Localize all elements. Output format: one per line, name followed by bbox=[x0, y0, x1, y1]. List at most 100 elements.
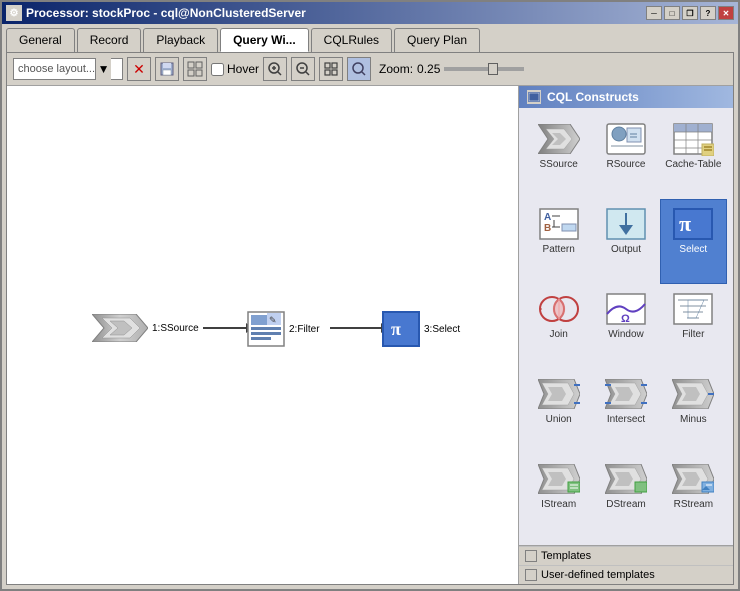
construct-ssource-label: SSource bbox=[539, 159, 577, 170]
node-ssource[interactable]: 1:SSource bbox=[92, 314, 199, 342]
node-select[interactable]: π 3:Select bbox=[382, 311, 460, 347]
arrow-filter-select bbox=[330, 327, 382, 329]
templates-icon bbox=[525, 550, 537, 562]
svg-text:B: B bbox=[544, 223, 551, 234]
construct-pattern[interactable]: A B Pattern bbox=[525, 199, 592, 284]
minus-construct-icon bbox=[672, 376, 714, 412]
construct-select-label: Select bbox=[679, 244, 707, 255]
tab-record[interactable]: Record bbox=[77, 28, 142, 52]
tab-playback[interactable]: Playback bbox=[143, 28, 218, 52]
layout-dropdown[interactable]: choose layout... ▼ bbox=[13, 58, 123, 80]
delete-button[interactable]: ✕ bbox=[127, 57, 151, 81]
canvas[interactable]: 1:SSource ✎ bbox=[7, 86, 518, 584]
tab-bar: General Record Playback Query Wi... CQLR… bbox=[2, 24, 738, 52]
output-construct-icon bbox=[605, 206, 647, 242]
zoom-in-button[interactable] bbox=[263, 57, 287, 81]
construct-rstream[interactable]: RStream bbox=[660, 454, 727, 539]
intersect-construct-icon bbox=[605, 376, 647, 412]
right-panel: CQL Constructs bbox=[518, 86, 733, 584]
filter-construct-icon bbox=[672, 291, 714, 327]
tab-queryplan[interactable]: Query Plan bbox=[394, 28, 480, 52]
istream-construct-icon bbox=[538, 461, 580, 497]
ssource-construct-icon bbox=[538, 121, 580, 157]
grid-button[interactable] bbox=[183, 57, 207, 81]
canvas-area: 1:SSource ✎ bbox=[7, 86, 733, 584]
node-filter-label: 2:Filter bbox=[289, 324, 320, 335]
construct-rstream-label: RStream bbox=[674, 499, 713, 510]
templates-item[interactable]: Templates bbox=[519, 546, 733, 565]
main-content: choose layout... ▼ ✕ bbox=[6, 52, 734, 585]
construct-istream[interactable]: IStream bbox=[525, 454, 592, 539]
construct-dstream-label: DStream bbox=[606, 499, 645, 510]
zoom-out-button[interactable] bbox=[291, 57, 315, 81]
fit-button[interactable] bbox=[319, 57, 343, 81]
templates-section: Templates User-defined templates bbox=[519, 545, 733, 584]
zoom-slider-container bbox=[444, 67, 524, 71]
panel-title: CQL Constructs bbox=[547, 90, 639, 104]
node-ssource-label: 1:SSource bbox=[152, 323, 199, 334]
zoom-thumb[interactable] bbox=[488, 63, 498, 75]
hover-label: Hover bbox=[227, 62, 259, 76]
node-filter[interactable]: ✎ 2:Filter bbox=[247, 311, 320, 347]
arrow-ssource-filter bbox=[203, 327, 247, 329]
tab-general[interactable]: General bbox=[6, 28, 75, 52]
construct-cache-table[interactable]: Cache-Table bbox=[660, 114, 727, 199]
restore-button[interactable]: ❐ bbox=[682, 6, 698, 20]
svg-text:✎: ✎ bbox=[269, 315, 277, 325]
panel-header-icon bbox=[527, 90, 541, 104]
rsource-construct-icon bbox=[605, 121, 647, 157]
union-construct-icon bbox=[538, 376, 580, 412]
construct-intersect[interactable]: Intersect bbox=[592, 369, 659, 454]
help-button[interactable]: ? bbox=[700, 6, 716, 20]
title-controls: ─ □ ❐ ? ✕ bbox=[646, 6, 734, 20]
construct-join[interactable]: Join bbox=[525, 284, 592, 369]
tab-querywin[interactable]: Query Wi... bbox=[220, 28, 309, 52]
search-button[interactable] bbox=[347, 57, 371, 81]
construct-istream-label: IStream bbox=[541, 499, 576, 510]
construct-window[interactable]: Ω Window bbox=[592, 284, 659, 369]
tab-cqlrules[interactable]: CQLRules bbox=[311, 28, 392, 52]
constructs-grid: SSource bbox=[519, 108, 733, 545]
construct-pattern-label: Pattern bbox=[543, 244, 575, 255]
panel-header: CQL Constructs bbox=[519, 86, 733, 108]
construct-filter[interactable]: Filter bbox=[660, 284, 727, 369]
templates-label: Templates bbox=[541, 550, 591, 562]
construct-dstream[interactable]: DStream bbox=[592, 454, 659, 539]
user-defined-templates-icon bbox=[525, 569, 537, 581]
zoom-label: Zoom: bbox=[379, 62, 413, 76]
svg-text:π: π bbox=[391, 319, 401, 339]
hover-checkbox[interactable] bbox=[211, 63, 224, 76]
layout-label: choose layout... bbox=[18, 63, 95, 75]
maximize-button[interactable]: □ bbox=[664, 6, 680, 20]
close-button[interactable]: ✕ bbox=[718, 6, 734, 20]
svg-text:Ω: Ω bbox=[621, 313, 630, 325]
construct-cache-table-label: Cache-Table bbox=[665, 159, 721, 170]
construct-output[interactable]: Output bbox=[592, 199, 659, 284]
main-window: ⚙ Processor: stockProc - cql@NonClustere… bbox=[0, 0, 740, 591]
construct-union-label: Union bbox=[546, 414, 572, 425]
svg-text:A: A bbox=[544, 212, 551, 223]
construct-select[interactable]: π Select bbox=[660, 199, 727, 284]
svg-text:π: π bbox=[679, 211, 691, 236]
construct-minus[interactable]: Minus bbox=[660, 369, 727, 454]
minimize-button[interactable]: ─ bbox=[646, 6, 662, 20]
window-title: Processor: stockProc - cql@NonClusteredS… bbox=[26, 6, 306, 20]
zoom-value: 0.25 bbox=[417, 62, 440, 76]
construct-rsource-label: RSource bbox=[607, 159, 646, 170]
construct-union[interactable]: Union bbox=[525, 369, 592, 454]
zoom-section: Zoom: 0.25 bbox=[379, 62, 440, 76]
rstream-construct-icon bbox=[672, 461, 714, 497]
zoom-slider[interactable] bbox=[444, 67, 524, 71]
cache-table-construct-icon bbox=[672, 121, 714, 157]
join-construct-icon bbox=[538, 291, 580, 327]
select-construct-icon: π bbox=[672, 206, 714, 242]
construct-ssource[interactable]: SSource bbox=[525, 114, 592, 199]
construct-rsource[interactable]: RSource bbox=[592, 114, 659, 199]
user-defined-templates-label: User-defined templates bbox=[541, 569, 655, 581]
construct-output-label: Output bbox=[611, 244, 641, 255]
dropdown-arrow[interactable]: ▼ bbox=[95, 58, 111, 80]
window-construct-icon: Ω bbox=[605, 291, 647, 327]
user-defined-templates-item[interactable]: User-defined templates bbox=[519, 565, 733, 584]
construct-minus-label: Minus bbox=[680, 414, 707, 425]
save-button[interactable] bbox=[155, 57, 179, 81]
